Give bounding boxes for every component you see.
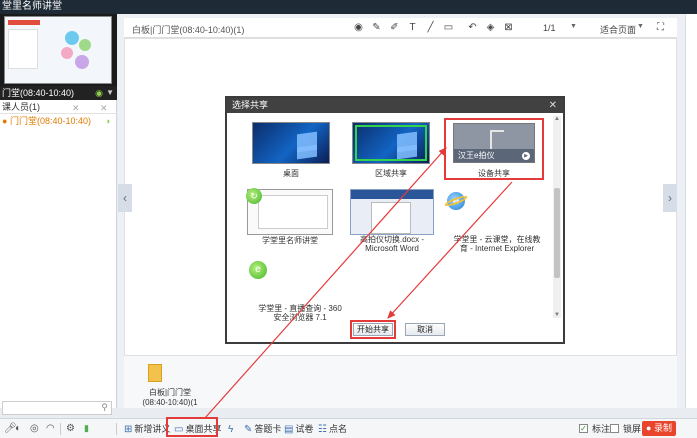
new-handout-button[interactable]: ⊞ 新增讲义 [124, 421, 170, 437]
members-count: 课人员(1) [2, 102, 40, 112]
user-icon: ● [2, 116, 8, 126]
exam-button[interactable]: ▤ 试卷 [284, 421, 313, 437]
lock-screen-checkbox[interactable] [610, 424, 619, 433]
device-selection-highlight [444, 118, 544, 180]
file-name[interactable]: 白板|门门堂 (08:40-10:40)(1 [128, 388, 212, 408]
option-region-label[interactable]: 区域共享 [352, 168, 430, 179]
speaker-off-icon[interactable]: ✕ [100, 101, 108, 115]
clear-icon[interactable]: ⊠ [502, 21, 515, 34]
desktop-share-button[interactable]: ▭ 桌面共享 [174, 421, 221, 437]
undo-icon[interactable]: ↶ [466, 21, 479, 34]
search-input[interactable]: ⚲ [2, 401, 112, 415]
highlighter-icon[interactable]: ✐ [388, 21, 401, 34]
volume-icon: ◗ [105, 116, 111, 126]
rectangle-icon[interactable]: ▭ [442, 21, 455, 34]
session-status: 门堂(08:40-10:40) [2, 88, 75, 98]
right-strip [685, 14, 697, 408]
settings-icon[interactable]: ⚙ [66, 423, 75, 434]
app-title: 堂里名师讲堂 [2, 1, 62, 12]
left-panel: 门堂(08:40-10:40) ◉ ▼ 课人员(1) ✕ ✕ ● 门门堂(08:… [0, 14, 117, 415]
browser-360-icon[interactable]: e [249, 261, 267, 279]
signal-icon: ▮ [84, 423, 89, 433]
session-status-bar: 门堂(08:40-10:40) ◉ ▼ [0, 86, 117, 100]
annotate-label: 标注 [592, 424, 611, 434]
bottom-toolbar: 🎤︎ ◖ ◎ ◠ ⚙ ▮ ⊞ 新增讲义 ▭ 桌面共享 ϟ ✎ 答题卡 ▤ 试卷 ☷ 点名 … [0, 418, 697, 438]
dialog-title: 选择共享 [232, 100, 269, 110]
chevron-down-icon[interactable]: ▼ [106, 86, 114, 100]
camera-icon[interactable]: ◎ [30, 423, 39, 434]
signal-icon: ◉ [95, 88, 103, 98]
annotate-checkbox[interactable]: ✓ [579, 424, 588, 433]
fullscreen-icon[interactable]: ⛶ [654, 21, 667, 34]
pointer-icon[interactable]: ◉ [352, 21, 365, 34]
dialog-title-bar: 选择共享 ✕ [227, 98, 563, 113]
app-window-thumbnail[interactable]: ↻ [246, 188, 333, 235]
app-title-bar: 堂里名师讲堂 [0, 0, 697, 14]
scroll-thumb[interactable] [554, 188, 560, 278]
option-ie-label[interactable]: 学堂里 - 云课堂，在线教 育 - Internet Explorer [445, 235, 549, 253]
mic-off-icon[interactable]: ✕ [72, 101, 80, 115]
dialog-scrollbar[interactable]: ▲ ▼ [553, 116, 561, 318]
word-thumbnail[interactable] [350, 189, 434, 235]
page-dropdown-icon[interactable]: ▼ [570, 23, 577, 30]
region-thumbnail[interactable] [352, 122, 430, 164]
doc-title: 白板|门门堂(08:40-10:40)(1) [132, 25, 245, 35]
file-icon[interactable] [148, 364, 162, 382]
doc-toolbar: 白板|门门堂(08:40-10:40)(1) ◉ ✎ ✐ T ╱ ▭ ↶ ◈ ⊠… [124, 18, 677, 38]
speaker-icon[interactable]: ◖ [14, 423, 20, 434]
record-button[interactable]: ● 录制 [642, 421, 676, 436]
flash-icon[interactable]: ϟ [228, 421, 235, 437]
option-desktop-label[interactable]: 桌面 [252, 168, 330, 179]
scroll-up-icon[interactable]: ▲ [553, 116, 561, 122]
cancel-button[interactable]: 取消 [405, 323, 445, 336]
answer-card-button[interactable]: ✎ 答题卡 [244, 421, 281, 437]
page-indicator: 1/1 [543, 23, 556, 33]
eraser-icon[interactable]: ◈ [484, 21, 497, 34]
member-name: 门门堂(08:40-10:40) [9, 116, 91, 126]
share-dialog: 选择共享 ✕ 桌面 区域共享 汉王e拍仪 ▶ 设备共享 ↻ 学堂里名师讲堂 高拍… [225, 96, 565, 344]
option-360-label[interactable]: 学堂里 - 直播查询 - 360 安全浏览器 7.1 [245, 304, 355, 322]
lock-screen-label: 锁屏 [623, 424, 642, 434]
file-list: 白板|门门堂 (08:40-10:40)(1 [124, 356, 677, 408]
members-header: 课人员(1) ✕ ✕ [0, 100, 117, 114]
headset-icon[interactable]: ◠ [46, 423, 55, 434]
desktop-thumbnail[interactable] [252, 122, 330, 164]
text-icon[interactable]: T [406, 21, 419, 34]
next-page-button[interactable]: › [663, 184, 677, 212]
option-word-label[interactable]: 高拍仪切换.docx - Microsoft Word [340, 235, 444, 253]
ie-icon[interactable]: e [443, 192, 469, 210]
close-icon[interactable]: ✕ [549, 98, 557, 113]
share-options: 桌面 区域共享 汉王e拍仪 ▶ 设备共享 ↻ 学堂里名师讲堂 高拍仪切换.doc… [227, 113, 551, 322]
start-button-highlight [350, 320, 396, 339]
member-row[interactable]: ● 门门堂(08:40-10:40) ◗ [0, 114, 117, 128]
fit-select[interactable]: 适合页面 [600, 23, 636, 36]
roll-call-button[interactable]: ☷ 点名 [318, 421, 347, 437]
preview-screen [4, 16, 112, 84]
prev-page-button[interactable]: ‹ [118, 184, 132, 212]
line-icon[interactable]: ╱ [424, 21, 437, 34]
video-preview [0, 14, 117, 86]
scroll-down-icon[interactable]: ▼ [553, 312, 561, 318]
option-app-window-label[interactable]: 学堂里名师讲堂 [247, 235, 333, 246]
search-icon: ⚲ [101, 402, 108, 412]
chevron-down-icon[interactable]: ▼ [637, 23, 644, 30]
pen-icon[interactable]: ✎ [370, 21, 383, 34]
